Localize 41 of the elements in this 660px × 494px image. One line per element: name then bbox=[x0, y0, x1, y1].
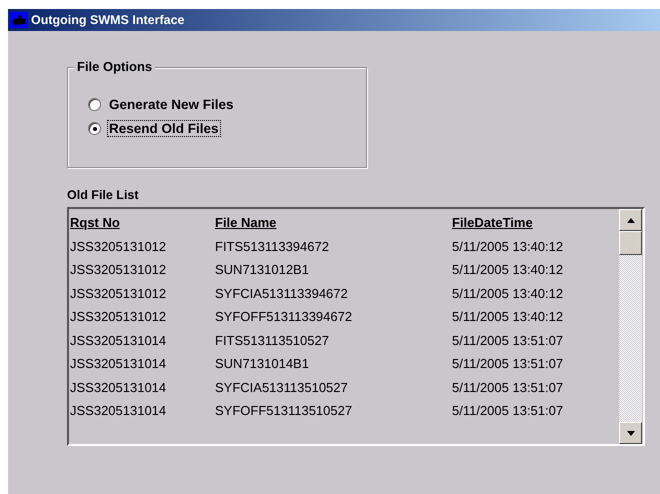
up-arrow-icon bbox=[626, 218, 634, 222]
table-cell: 5/11/2005 13:40:12 bbox=[452, 309, 564, 324]
table-cell: JSS3205131014 bbox=[70, 403, 166, 418]
scroll-thumb[interactable] bbox=[619, 231, 642, 255]
table-cell: 5/11/2005 13:51:07 bbox=[452, 356, 564, 372]
table-cell: SUN7131012B1 bbox=[215, 262, 309, 278]
radio-button[interactable] bbox=[88, 98, 101, 111]
table-cell: 5/11/2005 13:51:07 bbox=[452, 380, 564, 395]
table-cell: SYFOFF513113394672 bbox=[215, 309, 352, 324]
radio-button[interactable] bbox=[88, 122, 101, 135]
scroll-down-button[interactable] bbox=[619, 422, 642, 444]
table-cell: SUN7131014B1 bbox=[215, 356, 309, 372]
table-cell: 5/11/2005 13:40:12 bbox=[452, 286, 564, 301]
table-cell: JSS3205131012 bbox=[70, 262, 166, 278]
table-cell: SYFOFF513113510527 bbox=[215, 403, 352, 418]
table-cell: JSS3205131014 bbox=[70, 356, 166, 372]
window-title: Outgoing SWMS Interface bbox=[31, 13, 184, 27]
table-cell: JSS3205131012 bbox=[70, 309, 166, 324]
radio-label[interactable]: Generate New Files bbox=[107, 96, 236, 113]
scroll-up-button[interactable] bbox=[619, 209, 642, 231]
radio-label[interactable]: Resend Old Files bbox=[107, 120, 221, 137]
down-arrow-icon bbox=[626, 430, 634, 436]
table-cell: 5/11/2005 13:51:07 bbox=[452, 332, 564, 348]
table-cell: JSS3205131014 bbox=[70, 380, 166, 395]
table-cell: JSS3205131012 bbox=[70, 286, 166, 301]
group-title: File Options bbox=[74, 59, 156, 74]
app-icon bbox=[10, 12, 28, 28]
table-cell: 5/11/2005 13:40:12 bbox=[452, 238, 564, 254]
table-cell: JSS3205131014 bbox=[70, 332, 166, 348]
list-title: Old File List bbox=[67, 188, 140, 202]
scrollbar[interactable] bbox=[619, 209, 642, 444]
table-cell: 5/11/2005 13:40:12 bbox=[452, 262, 564, 278]
table-cell: SYFCIA513113394672 bbox=[215, 286, 348, 301]
table-cell: JSS3205131012 bbox=[70, 238, 166, 254]
table-cell: SYFCIA513113510527 bbox=[215, 380, 348, 395]
table-cell: FITS513113510527 bbox=[215, 332, 329, 348]
column-header[interactable]: FileDateTime bbox=[452, 215, 533, 230]
column-header[interactable]: Rqst No bbox=[70, 215, 120, 230]
column-header[interactable]: File Name bbox=[215, 215, 276, 230]
table-cell: 5/11/2005 13:51:07 bbox=[452, 403, 564, 418]
table-cell: FITS513113394672 bbox=[215, 238, 329, 254]
